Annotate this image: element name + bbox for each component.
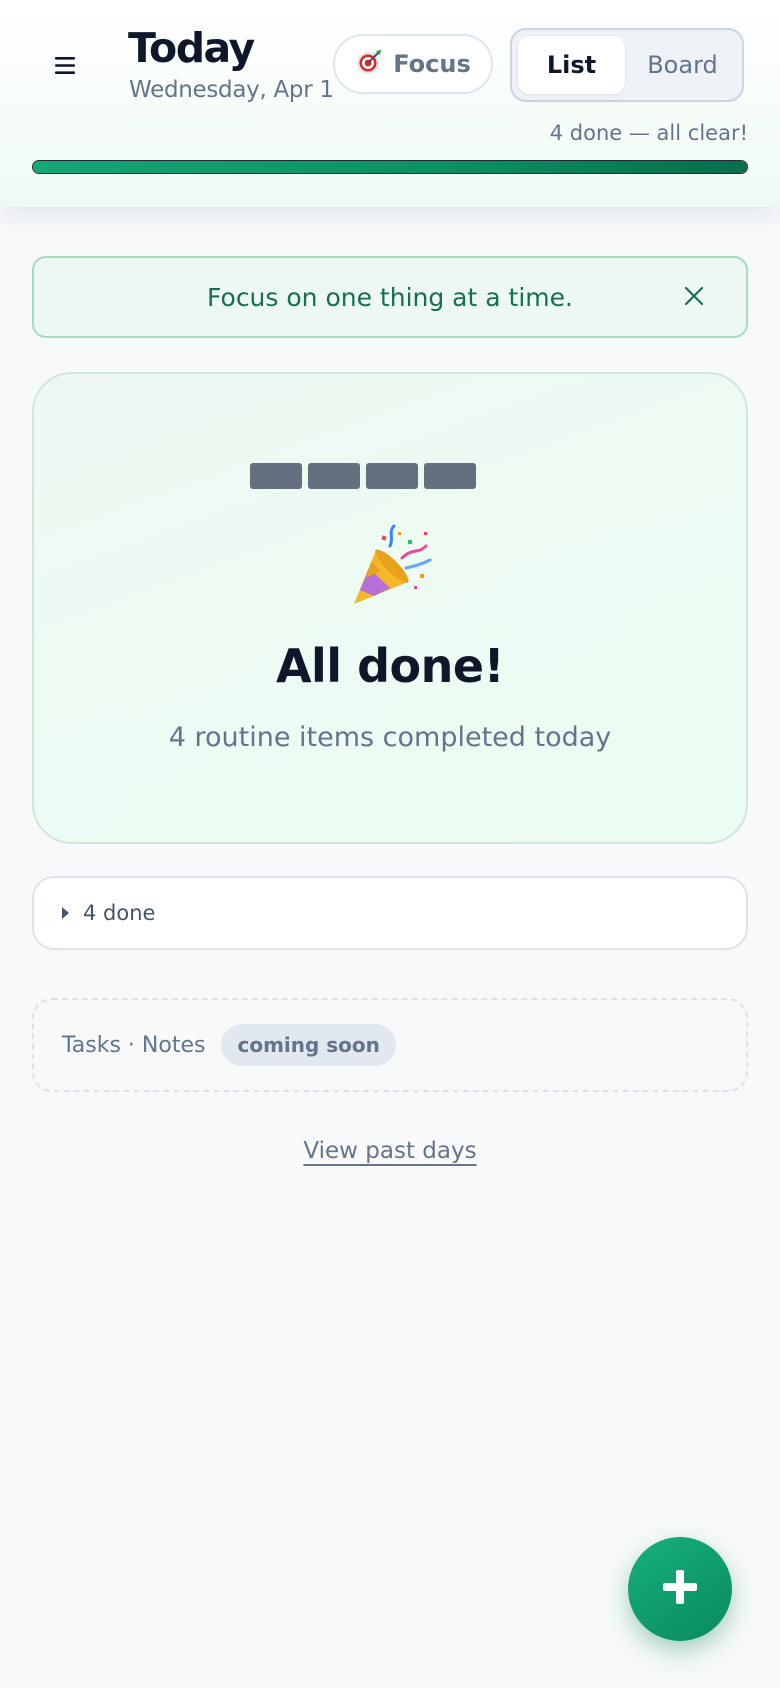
focus-button[interactable]: Focus: [333, 34, 493, 94]
caret-right-icon: [62, 907, 69, 919]
plus-icon: [663, 1570, 697, 1608]
view-toggle-list[interactable]: List: [518, 36, 625, 94]
hamburger-icon: [55, 56, 75, 74]
coming-soon-section: Tasks · Notes coming soon: [32, 998, 748, 1092]
progress-bar-fill: [33, 161, 747, 173]
focus-button-label: Focus: [393, 50, 471, 78]
view-toggle-board[interactable]: Board: [629, 36, 736, 94]
view-toggle: List Board: [510, 28, 744, 102]
page-date: Wednesday, Apr 1: [129, 77, 334, 103]
view-past-days-link[interactable]: View past days: [303, 1138, 476, 1164]
progress-bar: [32, 160, 748, 174]
tip-close-button[interactable]: [680, 284, 708, 312]
done-section-toggle[interactable]: 4 done: [32, 876, 748, 950]
page-title: Today: [128, 24, 255, 72]
tip-banner: Focus on one thing at a time.: [32, 256, 748, 338]
coming-soon-label: Tasks · Notes: [62, 1032, 206, 1058]
done-section-label: 4 done: [83, 901, 156, 925]
target-icon: [355, 48, 383, 80]
close-icon: [684, 286, 704, 310]
progress-summary: 4 done — all clear!: [549, 121, 748, 145]
menu-button[interactable]: [48, 48, 82, 82]
add-button[interactable]: [628, 1537, 732, 1641]
tip-text: Focus on one thing at a time.: [207, 282, 573, 312]
party-popper-icon: [346, 524, 434, 612]
coming-soon-badge: coming soon: [221, 1024, 396, 1066]
completion-title: All done!: [275, 639, 505, 693]
app-header: Today Wednesday, Apr 1 Focus List Board …: [0, 0, 780, 207]
redacted-placeholder: [250, 463, 476, 489]
completion-subtitle: 4 routine items completed today: [168, 722, 612, 753]
completion-card: All done! 4 routine items completed toda…: [32, 372, 748, 844]
past-days-container: View past days: [0, 1138, 780, 1164]
